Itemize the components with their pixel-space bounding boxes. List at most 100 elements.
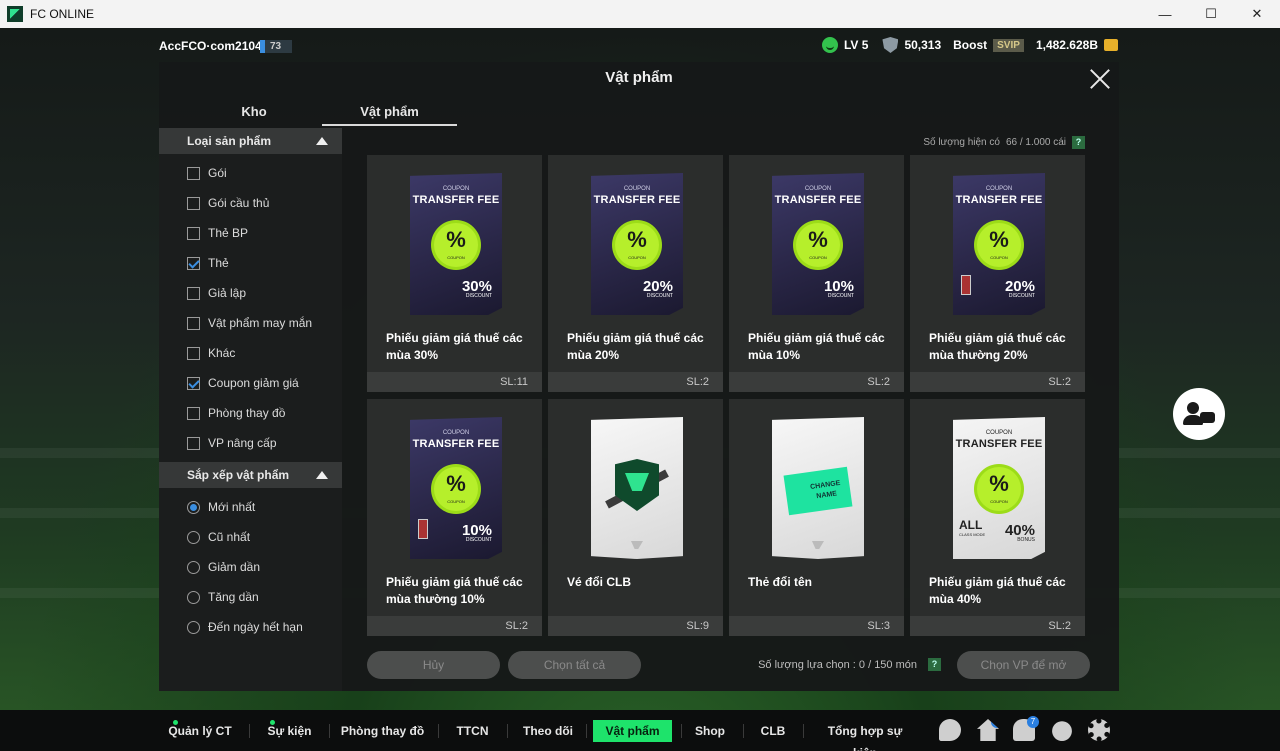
item-card[interactable]: COUPON TRANSFER FEE % COUPON 20% DISCOUNT … [910, 155, 1085, 392]
fc-online-logo-icon [7, 6, 23, 22]
checkbox-icon[interactable] [187, 226, 200, 240]
radio-icon[interactable] [187, 560, 200, 574]
sort-option[interactable]: Giảm dần [159, 552, 342, 582]
maximize-button[interactable]: ☐ [1188, 0, 1234, 28]
sort-option[interactable]: Cũ nhất [159, 522, 342, 552]
sort-option[interactable]: Mới nhất [159, 492, 342, 522]
filter-option-label: Coupon giảm giá [208, 376, 299, 390]
coupon-card-image: COUPON TRANSFER FEE % COUPON ALL CLASS MOD… [953, 417, 1045, 559]
filter-option[interactable]: Vật phẩm may mắn [159, 308, 342, 338]
filter-option[interactable]: Gói cầu thủ [159, 188, 342, 218]
gear-icon[interactable] [1088, 719, 1110, 741]
all-class-small-label: CLASS MODE [959, 532, 986, 537]
coupon-card-image: COUPON TRANSFER FEE % COUPON 20% DISCOUNT [591, 173, 683, 315]
sort-option[interactable]: Đến ngày hết hạn [159, 612, 342, 642]
filter-option[interactable]: Thẻ BP [159, 218, 342, 248]
help-icon[interactable]: ? [928, 658, 941, 671]
tab-vat-pham[interactable]: Vật phẩm [322, 102, 457, 126]
filter-option-label: Giả lập [208, 286, 247, 300]
sort-option[interactable]: Tăng dần [159, 582, 342, 612]
coupon-small-label: COUPON [442, 186, 470, 192]
filter-option[interactable]: Khác [159, 338, 342, 368]
open-selected-button[interactable]: Chọn VP để mở [957, 651, 1090, 679]
tab-kho[interactable]: Kho [159, 102, 349, 126]
name-card-text: CHANGE NAME [809, 479, 841, 501]
filter-option[interactable]: Coupon giảm giá [159, 368, 342, 398]
checkbox-icon[interactable] [187, 406, 200, 420]
item-name: Phiếu giảm giá thuế các mùa 40% [929, 575, 1066, 606]
nav-item[interactable]: Theo dõi [518, 720, 578, 742]
item-card[interactable]: Vé đổi CLB SL:9 [548, 399, 723, 636]
selection-count: Số lượng lựa chọn : 0 / 150 món [758, 659, 917, 671]
filter-option[interactable]: VP nâng cấp [159, 428, 342, 458]
checkbox-icon[interactable] [187, 196, 200, 210]
item-name: Phiếu giảm giá thuế các mùa thường 20% [929, 331, 1066, 362]
support-chat-button[interactable] [1173, 388, 1225, 440]
sort-section-header[interactable]: Sắp xếp vật phẩm [159, 462, 342, 488]
item-card[interactable]: COUPON TRANSFER FEE % COUPON ALL CLASS MOD… [910, 399, 1085, 636]
select-all-button[interactable]: Chọn tất cả [508, 651, 641, 679]
checkbox-icon[interactable] [187, 256, 200, 270]
radio-icon[interactable] [187, 620, 200, 634]
item-card[interactable]: COUPON TRANSFER FEE % COUPON 10% DISCOUNT … [729, 155, 904, 392]
filter-option[interactable]: Gói [159, 158, 342, 188]
checkbox-icon[interactable] [187, 376, 200, 390]
user-icon[interactable] [1052, 721, 1072, 741]
percent-badge-icon: % COUPON [796, 223, 840, 267]
nav-item[interactable]: TTCN [450, 720, 495, 742]
radio-icon[interactable] [187, 530, 200, 544]
coupon-title: TRANSFER FEE [955, 438, 1043, 450]
account-name: AccFCO·com2104a [159, 39, 269, 53]
sort-section-title: Sắp xếp vật phẩm [187, 468, 290, 482]
svip-badge: SVIP [993, 38, 1024, 52]
filter-section-title: Loại sản phẩm [187, 134, 272, 148]
filter-list: Gói Gói cầu thủ Thẻ BP Thẻ Giả lập Vật phẩm m… [159, 158, 342, 458]
cancel-button[interactable]: Hủy [367, 651, 500, 679]
discount-value: 40% BONUS [1005, 522, 1035, 543]
radio-icon[interactable] [187, 590, 200, 604]
item-card[interactable]: COUPON TRANSFER FEE % COUPON 10% DISCOUNT … [367, 399, 542, 636]
chat-icon[interactable] [939, 719, 961, 741]
points-value: 50,313 [904, 38, 942, 52]
percent-symbol: % [989, 227, 1009, 252]
close-icon[interactable] [1089, 68, 1111, 90]
notification-badge: 7 [1027, 716, 1039, 728]
percent-symbol: % [989, 471, 1009, 496]
checkbox-icon[interactable] [187, 166, 200, 180]
checkbox-icon[interactable] [187, 346, 200, 360]
item-card[interactable]: COUPON TRANSFER FEE % COUPON 20% DISCOUNT … [548, 155, 723, 392]
discount-label: DISCOUNT [646, 293, 673, 299]
filter-option-label: Vật phẩm may mắn [208, 316, 313, 330]
fc-logo-icon [812, 541, 824, 549]
minimize-button[interactable]: — [1142, 0, 1188, 28]
item-card[interactable]: COUPON TRANSFER FEE % COUPON 30% DISCOUNT … [367, 155, 542, 392]
nav-item[interactable]: Shop [690, 720, 730, 742]
item-name: Phiếu giảm giá thuế các mùa 10% [748, 331, 885, 362]
coupon-title: TRANSFER FEE [593, 194, 681, 206]
home-icon[interactable]: 1 [977, 719, 999, 741]
radio-icon[interactable] [187, 500, 200, 514]
restriction-tag-icon [961, 275, 971, 295]
filter-option[interactable]: Giả lập [159, 278, 342, 308]
item-quantity: SL:2 [729, 372, 904, 392]
nav-item[interactable]: CLB [755, 720, 791, 742]
nav-item[interactable]: Vật phẩm [593, 720, 672, 742]
help-icon[interactable]: ? [1072, 136, 1085, 149]
nav-item[interactable]: Tổng hợp sự kiện [815, 720, 915, 751]
bell-icon[interactable]: 7 [1013, 716, 1039, 741]
close-window-button[interactable]: ✕ [1234, 0, 1280, 28]
coupon-small-label: COUPON [985, 430, 1013, 436]
checkbox-icon[interactable] [187, 286, 200, 300]
nav-item[interactable]: Phòng thay đồ [340, 720, 425, 742]
filter-option[interactable]: Thẻ [159, 248, 342, 278]
item-card[interactable]: CHANGE NAME Thẻ đổi tên SL:3 [729, 399, 904, 636]
filter-option[interactable]: Phòng thay đồ [159, 398, 342, 428]
coupon-card-image: COUPON TRANSFER FEE % COUPON 30% DISCOUNT [410, 173, 502, 315]
badge-small-label: COUPON [990, 499, 1008, 504]
coupon-card-image: COUPON TRANSFER FEE % COUPON 10% DISCOUNT [410, 417, 502, 559]
discount-value: 10% DISCOUNT [462, 522, 492, 543]
checkbox-icon[interactable] [187, 436, 200, 450]
checkbox-icon[interactable] [187, 316, 200, 330]
boost-label[interactable]: Boost [953, 38, 987, 52]
filter-section-header[interactable]: Loại sản phẩm [159, 128, 342, 154]
